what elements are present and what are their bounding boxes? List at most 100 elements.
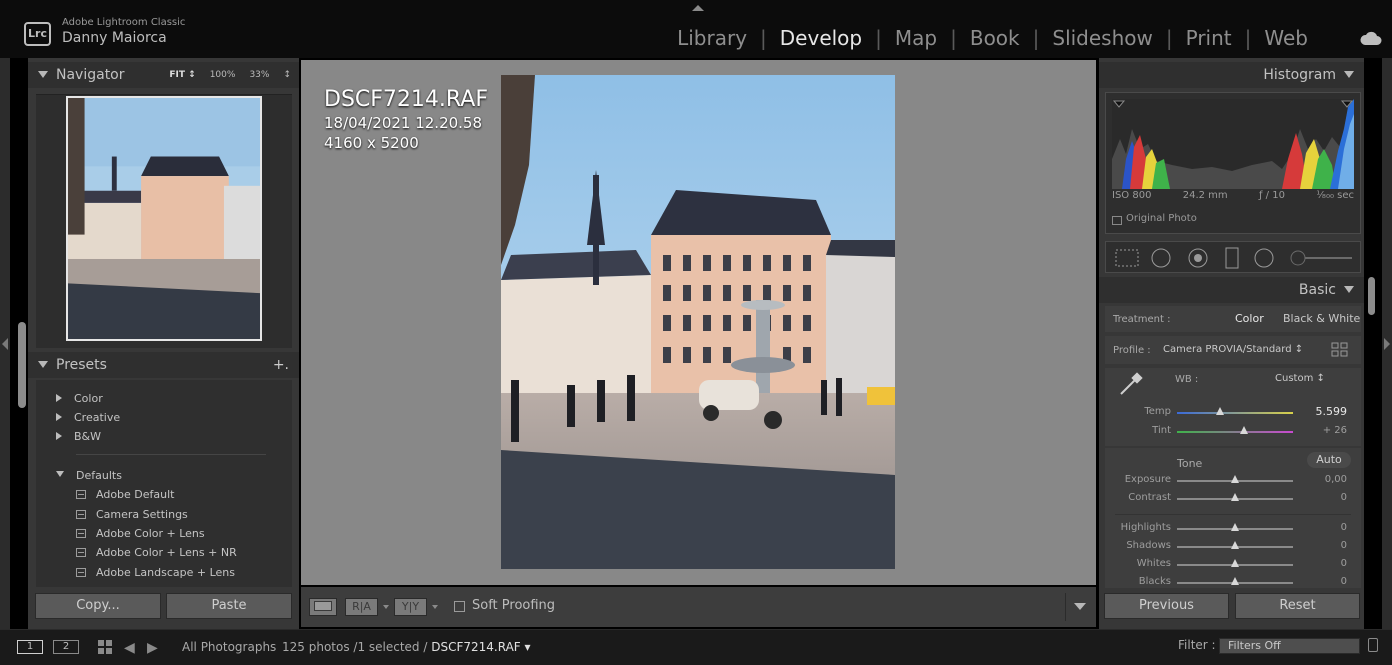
right-panel-scrollbar[interactable] bbox=[1368, 277, 1375, 315]
brush-icon[interactable] bbox=[1290, 250, 1306, 266]
radial-filter-icon[interactable] bbox=[1254, 248, 1274, 268]
temp-slider-track[interactable] bbox=[1177, 412, 1293, 414]
preset-item-label: Adobe Color + Lens bbox=[96, 527, 205, 540]
tint-slider-knob[interactable] bbox=[1240, 426, 1249, 434]
current-file-name[interactable]: DSCF7214.RAF ▾ bbox=[431, 640, 530, 654]
zoom-33-option[interactable]: 33% bbox=[249, 62, 269, 88]
slider-knob-whites[interactable] bbox=[1231, 559, 1239, 567]
preset-group-defaults[interactable]: Defaults bbox=[56, 469, 122, 482]
collapse-triangle-icon[interactable] bbox=[56, 471, 64, 477]
slider-knob-shadows[interactable] bbox=[1231, 541, 1239, 549]
slider-knob-highlights[interactable] bbox=[1231, 523, 1239, 531]
previous-settings-button[interactable]: Previous bbox=[1104, 593, 1229, 619]
zoom-100-option[interactable]: 100% bbox=[210, 62, 236, 88]
module-map[interactable]: Map bbox=[895, 26, 937, 50]
navigator-header[interactable]: Navigator FIT ↕ 100% 33% ↕ bbox=[28, 62, 299, 88]
collapse-triangle-icon[interactable] bbox=[1344, 71, 1354, 78]
add-preset-icon[interactable]: +. bbox=[273, 352, 289, 378]
collapse-top-panel-icon[interactable] bbox=[692, 5, 704, 11]
preset-item[interactable]: Adobe Color + Lens bbox=[76, 527, 205, 540]
module-book[interactable]: Book bbox=[970, 26, 1020, 50]
original-photo-checkbox[interactable] bbox=[1112, 216, 1122, 225]
slider-value-exposure[interactable]: 0,00 bbox=[1307, 474, 1347, 485]
slider-knob-blacks[interactable] bbox=[1231, 577, 1239, 585]
main-window-button[interactable]: 1 bbox=[17, 640, 43, 654]
collapse-triangle-icon[interactable] bbox=[38, 71, 48, 78]
preset-item[interactable]: Adobe Color + Lens + NR bbox=[76, 546, 237, 559]
expand-triangle-icon[interactable] bbox=[56, 413, 62, 421]
expand-triangle-icon[interactable] bbox=[56, 432, 62, 440]
soft-proofing-checkbox[interactable] bbox=[454, 601, 465, 612]
slider-knob-exposure[interactable] bbox=[1231, 475, 1239, 483]
before-after-button[interactable]: R|A bbox=[345, 598, 378, 616]
main-photo[interactable] bbox=[501, 75, 895, 569]
module-web[interactable]: Web bbox=[1264, 26, 1308, 50]
source-breadcrumb[interactable]: All Photographs bbox=[182, 640, 276, 654]
preset-item[interactable]: Adobe Default bbox=[76, 488, 174, 501]
histogram-graph[interactable] bbox=[1112, 99, 1354, 189]
slider-knob-contrast[interactable] bbox=[1231, 493, 1239, 501]
navigator-thumbnail[interactable] bbox=[66, 96, 262, 341]
swap-dropdown-icon[interactable] bbox=[432, 605, 438, 609]
collapse-left-icon[interactable] bbox=[2, 338, 8, 350]
slider-value-highlights[interactable]: 0 bbox=[1307, 522, 1347, 533]
left-panel-scrollbar[interactable] bbox=[18, 322, 26, 408]
before-after-dropdown-icon[interactable] bbox=[383, 605, 389, 609]
tone-label: Tone bbox=[1177, 457, 1203, 470]
photo-count[interactable]: 125 photos /1 selected / DSCF7214.RAF ▾ bbox=[282, 640, 531, 654]
slider-value-contrast[interactable]: 0 bbox=[1307, 492, 1347, 503]
preset-group-creative[interactable]: Creative bbox=[56, 411, 120, 424]
paste-settings-button[interactable]: Paste bbox=[166, 593, 292, 619]
slider-value-blacks[interactable]: 0 bbox=[1307, 576, 1347, 587]
slider-value-whites[interactable]: 0 bbox=[1307, 558, 1347, 569]
collapse-triangle-icon[interactable] bbox=[1344, 286, 1354, 293]
histogram-header[interactable]: Histogram bbox=[1099, 62, 1364, 88]
previous-photo-arrow-icon[interactable]: ◀ bbox=[124, 640, 135, 656]
white-balance-eyedropper-icon[interactable] bbox=[1115, 370, 1145, 400]
next-photo-arrow-icon[interactable]: ▶ bbox=[147, 640, 158, 656]
before-after-swap-button[interactable]: Y|Y bbox=[394, 598, 427, 616]
left-panel-edge[interactable] bbox=[0, 58, 10, 629]
preset-item[interactable]: Camera Settings bbox=[76, 508, 188, 521]
collapse-right-icon[interactable] bbox=[1384, 338, 1390, 350]
loupe-view-button[interactable] bbox=[309, 598, 337, 616]
profile-select[interactable]: Camera PROVIA/Standard ↕ bbox=[1163, 344, 1303, 355]
right-panel-edge[interactable] bbox=[1382, 58, 1392, 629]
secondary-window-button[interactable]: 2 bbox=[53, 640, 79, 654]
preset-item[interactable]: Adobe Landscape + Lens bbox=[76, 566, 235, 579]
collapse-triangle-icon[interactable] bbox=[38, 361, 48, 368]
zoom-fit-option[interactable]: FIT ↕ bbox=[169, 62, 195, 88]
wb-select[interactable]: Custom ↕ bbox=[1275, 373, 1325, 384]
module-print[interactable]: Print bbox=[1186, 26, 1232, 50]
module-slideshow[interactable]: Slideshow bbox=[1052, 26, 1153, 50]
treatment-color-option[interactable]: Color bbox=[1235, 312, 1264, 325]
basic-header[interactable]: Basic bbox=[1099, 277, 1364, 303]
expand-triangle-icon[interactable] bbox=[56, 394, 62, 402]
toolbar-content-menu-icon[interactable] bbox=[1074, 603, 1086, 610]
auto-tone-button[interactable]: Auto bbox=[1307, 452, 1351, 468]
spot-removal-icon[interactable] bbox=[1151, 248, 1171, 268]
reset-button[interactable]: Reset bbox=[1235, 593, 1360, 619]
tint-slider-track[interactable] bbox=[1177, 431, 1293, 433]
slider-label-exposure: Exposure bbox=[1124, 474, 1171, 485]
temp-value[interactable]: 5.599 bbox=[1307, 405, 1348, 418]
filter-lock-icon[interactable] bbox=[1368, 638, 1378, 652]
crop-tool-icon[interactable] bbox=[1115, 249, 1139, 267]
temp-slider-knob[interactable] bbox=[1215, 407, 1224, 415]
treatment-bw-option[interactable]: Black & White bbox=[1283, 312, 1360, 325]
grid-view-icon[interactable] bbox=[98, 640, 112, 654]
cloud-icon[interactable] bbox=[1360, 30, 1382, 46]
module-library[interactable]: Library bbox=[677, 26, 747, 50]
module-develop[interactable]: Develop bbox=[780, 26, 862, 50]
preset-group-color[interactable]: Color bbox=[56, 392, 103, 405]
copy-settings-button[interactable]: Copy... bbox=[35, 593, 161, 619]
zoom-more-caret[interactable]: ↕ bbox=[283, 62, 291, 88]
presets-header[interactable]: Presets +. bbox=[28, 352, 299, 378]
profile-browser-icon[interactable] bbox=[1331, 342, 1349, 358]
preset-group-bw[interactable]: B&W bbox=[56, 430, 101, 443]
slider-value-shadows[interactable]: 0 bbox=[1307, 540, 1347, 551]
tint-value[interactable]: + 26 bbox=[1307, 425, 1347, 436]
graduated-filter-icon[interactable] bbox=[1225, 247, 1239, 269]
filter-select[interactable]: Filters Off bbox=[1219, 638, 1360, 654]
basic-title: Basic bbox=[1298, 282, 1336, 298]
